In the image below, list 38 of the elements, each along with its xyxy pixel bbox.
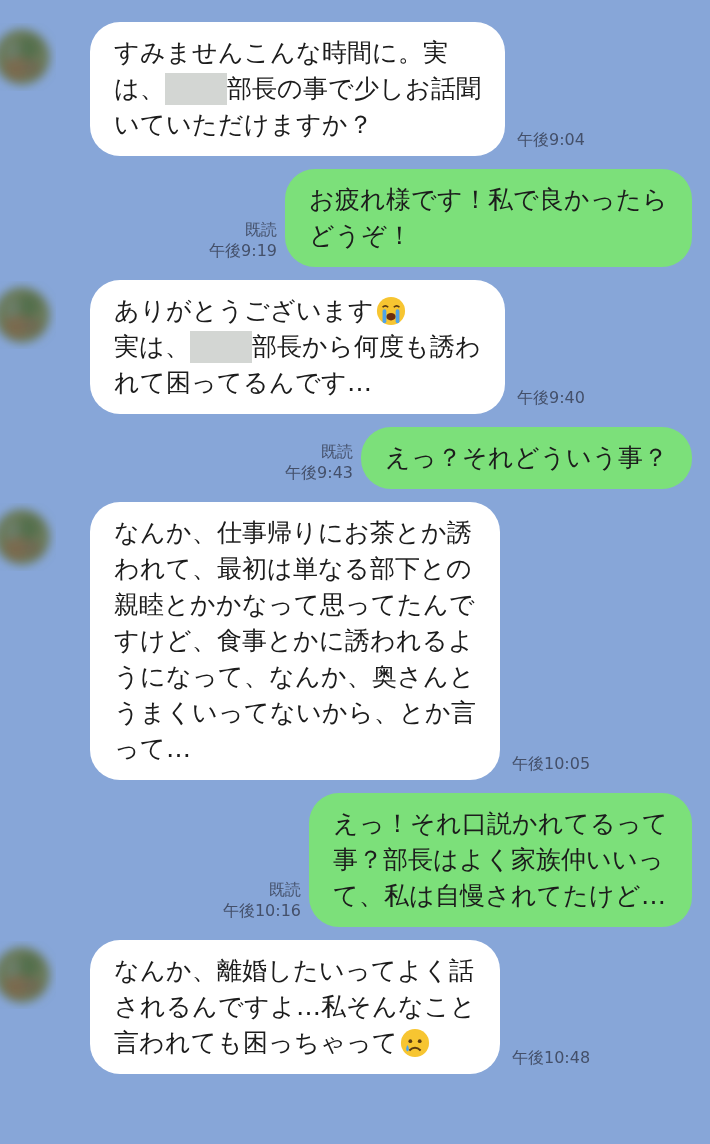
message-text: すみませんこんな時間に。実	[114, 37, 448, 69]
message-time: 午後10:16	[222, 900, 301, 921]
blurred-name	[190, 331, 252, 363]
message-text: なんか、離婚したいってよく話	[114, 955, 474, 987]
message-time: 午後9:43	[285, 462, 353, 483]
message-text: 部長の事で少しお話聞	[227, 73, 481, 105]
crying-face-icon	[376, 296, 406, 326]
message-text: えっ？それどういう事？	[385, 442, 668, 474]
message-text: すけど、食事とかに誘われるよ	[114, 625, 474, 657]
message-text: いていただけますか？	[114, 109, 373, 141]
read-receipt: 既読	[269, 879, 301, 900]
read-receipt: 既読	[321, 441, 353, 462]
message-text: されるんですよ…私そんなこと	[114, 991, 476, 1023]
message-time: 午後9:04	[517, 129, 585, 150]
message-text: 親睦とかかなって思ってたんで	[114, 589, 475, 621]
message-text: えっ！それ口説かれてるって	[333, 808, 668, 840]
message-text: て、私は自慢されてたけど…	[333, 880, 666, 912]
message-text: ありがとうございます	[114, 295, 374, 327]
message-text: は、	[114, 73, 165, 105]
message-time: 午後10:48	[512, 1047, 591, 1068]
blurred-name	[165, 73, 227, 105]
message-text: 事？部長はよく家族仲いいっ	[333, 844, 664, 876]
message-time: 午後9:40	[517, 387, 585, 408]
message-text: 言われても困っちゃって	[114, 1027, 398, 1059]
message-text: うになって、なんか、奥さんと	[114, 661, 475, 693]
message-time: 午後9:19	[209, 240, 277, 261]
message-text: って…	[114, 733, 191, 765]
message-time: 午後10:05	[512, 753, 591, 774]
message-text: われて、最初は単なる部下との	[114, 553, 472, 585]
message-text: うまくいってないから、とか言	[114, 697, 476, 729]
crying-face-icon	[400, 1028, 430, 1058]
message-text: お疲れ様です！私で良かったら	[309, 184, 668, 216]
message-text: れて困ってるんです…	[114, 367, 372, 399]
message-text: どうぞ！	[309, 220, 412, 252]
message-text: 実は、	[114, 331, 190, 363]
read-receipt: 既読	[245, 219, 277, 240]
message-text: なんか、仕事帰りにお茶とか誘	[114, 517, 472, 549]
message-text: 部長から何度も誘わ	[252, 331, 481, 363]
